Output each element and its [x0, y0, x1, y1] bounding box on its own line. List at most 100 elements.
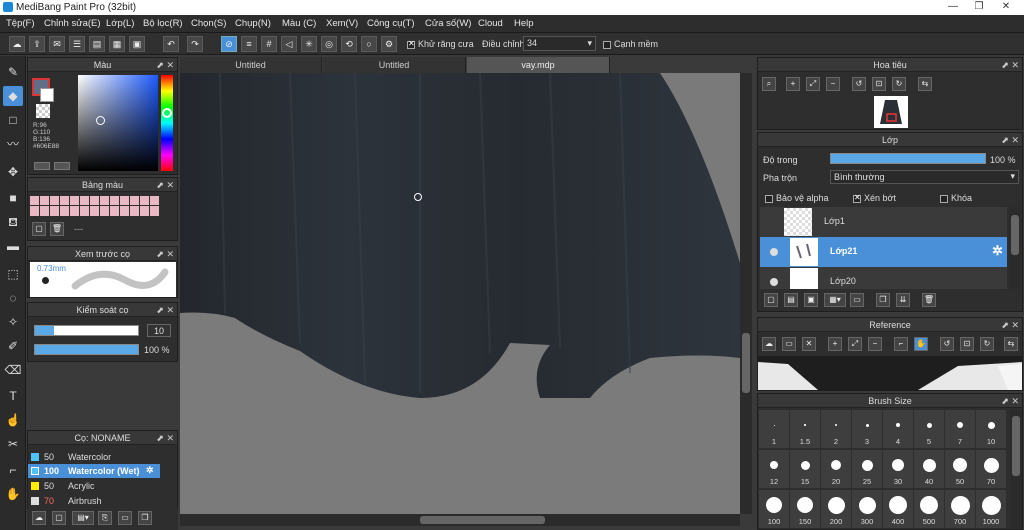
lock-checkbox[interactable]: [940, 194, 948, 203]
drawing-canvas[interactable]: [180, 73, 740, 514]
brush-size-slider[interactable]: [34, 325, 139, 336]
panel-close-icon[interactable]: ⬈ ✕: [156, 303, 174, 317]
cloud-brush-icon[interactable]: ☁: [32, 511, 46, 525]
vertical-scroll-thumb[interactable]: [742, 333, 750, 393]
perspective-snap-icon[interactable]: ◁: [281, 36, 297, 52]
brush-item-airbrush[interactable]: 70 Airbrush: [28, 494, 160, 508]
antialias-checkbox[interactable]: [407, 39, 415, 49]
panel-close-icon[interactable]: ⬈ ✕: [1001, 318, 1019, 332]
rotate-right-icon[interactable]: ↻: [892, 77, 906, 91]
circle-snap-icon[interactable]: ○: [361, 36, 377, 52]
menu-help[interactable]: Help: [514, 18, 534, 29]
brush-size-option[interactable]: 700: [945, 490, 975, 528]
panel-close-icon[interactable]: ⬈ ✕: [156, 247, 174, 261]
brush-opacity-slider[interactable]: [34, 344, 139, 355]
brush-size-option[interactable]: 50: [945, 450, 975, 488]
text-tool-icon[interactable]: T: [3, 386, 23, 406]
duplicate-layer-icon[interactable]: ❐: [876, 293, 890, 307]
canvas-vertical-scrollbar[interactable]: [740, 73, 752, 514]
reference-zoom-in-icon[interactable]: +: [828, 337, 842, 351]
share-icon[interactable]: ⇪: [29, 36, 45, 52]
operation-tool-icon[interactable]: ☝: [3, 410, 23, 430]
color-picker-cursor[interactable]: [96, 116, 105, 125]
menu-filter[interactable]: Bộ lọc(R): [143, 18, 183, 29]
layer-scroll-thumb[interactable]: [1011, 215, 1019, 255]
layer-folder-icon[interactable]: ▭: [850, 293, 864, 307]
bucket-tool-icon[interactable]: ⛾: [3, 212, 23, 232]
parallel-snap-icon[interactable]: ≡: [241, 36, 257, 52]
brush-size-option[interactable]: 5: [914, 410, 944, 448]
copy-brush-icon[interactable]: ⎘: [98, 511, 112, 525]
antialias-option[interactable]: Khử răng cưa: [407, 39, 474, 49]
layer-row-lop21[interactable]: Lớp21 ✲: [760, 237, 1007, 267]
blend-mode-select[interactable]: Bình thường ▾: [830, 170, 1019, 184]
horizontal-scroll-thumb[interactable]: [420, 516, 545, 524]
panel-close-icon[interactable]: ⬈ ✕: [1001, 58, 1019, 72]
zoom-out-icon[interactable]: −: [826, 77, 840, 91]
eraser-tool-icon[interactable]: ◆: [3, 86, 23, 106]
new-halftone-layer-icon[interactable]: ▤: [784, 293, 798, 307]
folder-icon[interactable]: ▭: [118, 511, 132, 525]
lasso-tool-icon[interactable]: ◌: [3, 288, 23, 308]
shape-tool-icon[interactable]: ■: [3, 188, 23, 208]
radial-snap-icon[interactable]: ✳: [301, 36, 317, 52]
saturation-value-picker[interactable]: [78, 75, 158, 171]
brush-size-option[interactable]: 2: [821, 410, 851, 448]
brush-size-option[interactable]: 1.5: [790, 410, 820, 448]
menu-edit[interactable]: Chỉnh sửa(E): [44, 18, 101, 29]
brush-size-option[interactable]: 25: [852, 450, 882, 488]
tab-untitled-1[interactable]: Untitled: [180, 57, 322, 73]
new-8bit-layer-icon[interactable]: ▣: [804, 293, 818, 307]
menu-view[interactable]: Xem(V): [326, 18, 358, 29]
visibility-eye-icon[interactable]: [770, 248, 778, 256]
brush-size-option[interactable]: 3: [852, 410, 882, 448]
fit-icon[interactable]: ⤢: [806, 77, 820, 91]
palette-swatches[interactable]: [30, 196, 160, 216]
duplicate-icon[interactable]: ❐: [138, 511, 152, 525]
undo-icon[interactable]: ↶: [163, 36, 179, 52]
grid-doc-icon[interactable]: ▦: [109, 36, 125, 52]
menu-file[interactable]: Tệp(F): [6, 18, 35, 29]
redo-icon[interactable]: ↷: [187, 36, 203, 52]
brush-size-scrollbar[interactable]: [1010, 410, 1022, 528]
protect-alpha-option[interactable]: Bảo vệ alpha: [765, 193, 829, 203]
concentric-snap-icon[interactable]: ◎: [321, 36, 337, 52]
close-window-button[interactable]: ✕: [997, 1, 1015, 13]
visibility-eye-icon[interactable]: [770, 278, 778, 286]
reference-hand-icon[interactable]: ✋: [914, 337, 928, 351]
select-eraser-tool-icon[interactable]: ⌫: [3, 360, 23, 380]
merge-layer-icon[interactable]: ⇊: [896, 293, 910, 307]
layer-row-lop1[interactable]: Lớp1: [760, 207, 1007, 237]
new-layer-icon[interactable]: ▢: [764, 293, 778, 307]
eyedropper-tool-icon[interactable]: ⌐: [3, 460, 23, 480]
brush-size-option[interactable]: 4: [883, 410, 913, 448]
brush-item-acrylic[interactable]: 50 Acrylic: [28, 479, 160, 493]
blur-tool-icon[interactable]: 〰: [3, 134, 23, 154]
hue-cursor[interactable]: [162, 108, 172, 118]
panel-close-icon[interactable]: ⬈ ✕: [1001, 394, 1019, 408]
layer-opacity-slider[interactable]: [830, 153, 986, 164]
lock-option[interactable]: Khóa: [940, 193, 972, 203]
soft-edge-option[interactable]: Cạnh mềm: [603, 39, 658, 49]
settings-icon[interactable]: ⚙: [381, 36, 397, 52]
menu-window[interactable]: Cửa số(W): [425, 18, 471, 29]
brush-size-option[interactable]: 300: [852, 490, 882, 528]
brush-size-option[interactable]: 500: [914, 490, 944, 528]
panel-close-icon[interactable]: ⬈ ✕: [156, 58, 174, 72]
reset-view-icon[interactable]: ⊡: [872, 77, 886, 91]
menu-select[interactable]: Chọn(S): [191, 18, 226, 29]
flip-icon[interactable]: ⇆: [918, 77, 932, 91]
hand-tool-icon[interactable]: ✋: [3, 484, 23, 504]
layer-menu-icon[interactable]: ▦▾: [824, 293, 846, 307]
reference-rotate-left-icon[interactable]: ↺: [940, 337, 954, 351]
brush-size-option[interactable]: 400: [883, 490, 913, 528]
menu-layer[interactable]: Lớp(L): [106, 18, 134, 29]
adjust-select[interactable]: 34 ▾: [523, 36, 596, 51]
brush-size-option[interactable]: 12: [759, 450, 789, 488]
brush-size-option[interactable]: 7: [945, 410, 975, 448]
tab-vay-mdp[interactable]: vay.mdp: [467, 57, 610, 73]
brush-item-watercolor-wet[interactable]: 100 Watercolor (Wet) ✲: [28, 464, 160, 478]
brush-menu-icon[interactable]: ▤▾: [72, 511, 94, 525]
select-pen-tool-icon[interactable]: ✐: [3, 336, 23, 356]
reference-fit-icon[interactable]: ⤢: [848, 337, 862, 351]
